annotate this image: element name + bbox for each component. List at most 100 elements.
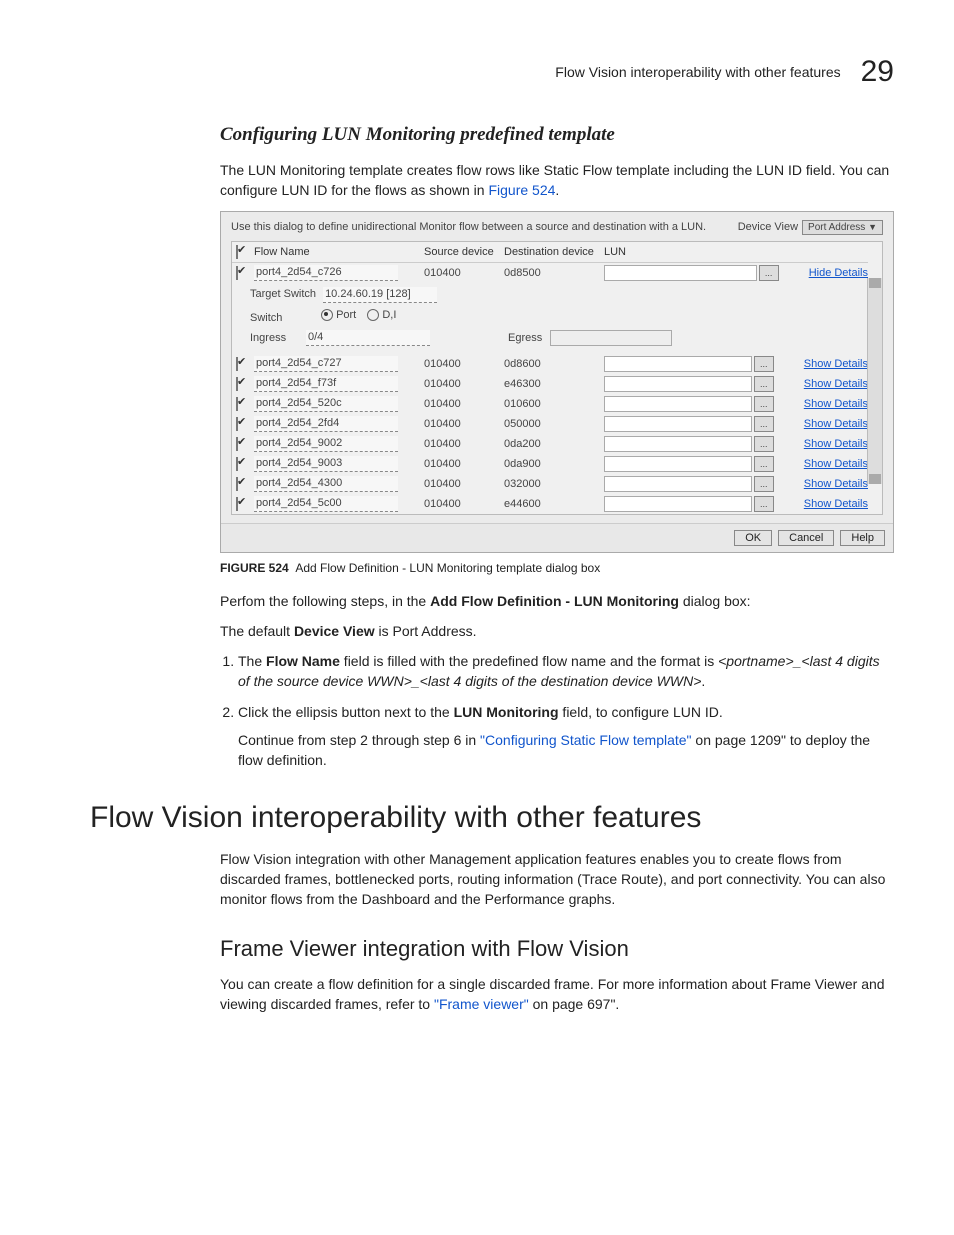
page-header: Flow Vision interoperability with other …	[90, 55, 894, 89]
src-cell: 010400	[424, 267, 504, 279]
src-cell: 010400	[424, 418, 504, 430]
table-row: port4_2d54_2fd4010400050000...Show Detai…	[232, 414, 868, 434]
device-view-dropdown[interactable]: Port Address ▼	[802, 220, 883, 235]
scroll-down-icon[interactable]	[869, 474, 881, 484]
dst-cell: 010600	[504, 398, 604, 410]
lun-field[interactable]	[604, 476, 752, 492]
ingress-label: Ingress	[250, 332, 298, 344]
help-button[interactable]: Help	[840, 530, 885, 546]
show-details-link[interactable]: Show Details	[774, 438, 868, 450]
step-2: Click the ellipsis button next to the LU…	[238, 702, 894, 771]
show-details-link[interactable]: Show Details	[774, 478, 868, 490]
lun-field[interactable]	[604, 376, 752, 392]
show-details-link[interactable]: Show Details	[774, 378, 868, 390]
flow-name-field[interactable]: port4_2d54_9002	[254, 436, 398, 452]
ellipsis-button[interactable]: ...	[754, 476, 774, 492]
switch-label: Switch	[250, 312, 310, 324]
target-switch-field[interactable]: 10.24.60.19 [128]	[323, 287, 437, 303]
lun-field[interactable]	[604, 356, 752, 372]
table-row: port4_2d54_f73f 010400e46300...Show Detai…	[232, 374, 868, 394]
device-view-label: Device View	[738, 221, 798, 233]
dst-cell: 0d8600	[504, 358, 604, 370]
src-cell: 010400	[424, 398, 504, 410]
dst-cell: 0da200	[504, 438, 604, 450]
step-1: The Flow Name field is filled with the p…	[238, 651, 894, 692]
lun-field[interactable]	[604, 496, 752, 512]
show-details-link[interactable]: Show Details	[774, 498, 868, 510]
dialog-description: Use this dialog to define unidirectional…	[231, 221, 706, 233]
frame-viewer-link[interactable]: "Frame viewer"	[434, 996, 529, 1012]
dst-cell: 0da900	[504, 458, 604, 470]
ellipsis-button[interactable]: ...	[754, 356, 774, 372]
ellipsis-button[interactable]: ...	[754, 396, 774, 412]
ellipsis-button[interactable]: ...	[759, 265, 779, 281]
table-row: port4_2d54_c727 0104000d8600...Show Detai…	[232, 354, 868, 374]
show-details-link[interactable]: Show Details	[774, 358, 868, 370]
di-radio[interactable]: D,I	[367, 309, 396, 321]
ingress-field[interactable]: 0/4	[306, 330, 430, 346]
figure-caption: FIGURE 524 Add Flow Definition - LUN Mon…	[220, 561, 894, 575]
section-title-lun: Configuring LUN Monitoring predefined te…	[220, 124, 894, 146]
col-destination: Destination device	[504, 246, 604, 258]
lun-field[interactable]	[604, 416, 752, 432]
chapter-number: 29	[861, 55, 894, 89]
cancel-button[interactable]: Cancel	[778, 530, 834, 546]
static-flow-link[interactable]: "Configuring Static Flow template"	[480, 732, 691, 748]
dialog-screenshot: Use this dialog to define unidirectional…	[220, 211, 894, 553]
flow-name-field[interactable]: port4_2d54_c727	[254, 356, 398, 372]
scroll-up-icon[interactable]	[869, 278, 881, 288]
lun-field[interactable]	[604, 396, 752, 412]
flow-name-field[interactable]: port4_2d54_5c00	[254, 496, 398, 512]
col-flow-name: Flow Name	[254, 246, 424, 258]
row-checkbox[interactable]	[236, 477, 238, 491]
port-radio[interactable]: Port	[321, 309, 356, 321]
row-checkbox[interactable]	[236, 357, 238, 371]
ok-button[interactable]: OK	[734, 530, 772, 546]
row-checkbox[interactable]	[236, 417, 238, 431]
lun-field[interactable]	[604, 436, 752, 452]
table-row: port4_2d54_5c00010400e44600...Show Detai…	[232, 494, 868, 514]
hide-details-link[interactable]: Hide Details	[779, 267, 868, 279]
col-source: Source device	[424, 246, 504, 258]
row-checkbox[interactable]	[236, 266, 238, 280]
show-details-link[interactable]: Show Details	[774, 398, 868, 410]
flow-name-field[interactable]: port4_2d54_9003	[254, 456, 398, 472]
egress-field[interactable]	[550, 330, 672, 346]
header-checkbox[interactable]	[236, 245, 238, 259]
target-switch-label: Target Switch	[250, 288, 320, 300]
row-checkbox[interactable]	[236, 457, 238, 471]
flow-name-field[interactable]: port4_2d54_2fd4	[254, 416, 398, 432]
show-details-link[interactable]: Show Details	[774, 418, 868, 430]
flow-name-field[interactable]: port4_2d54_c726	[254, 265, 398, 281]
src-cell: 010400	[424, 378, 504, 390]
ellipsis-button[interactable]: ...	[754, 416, 774, 432]
ellipsis-button[interactable]: ...	[754, 376, 774, 392]
flow-name-field[interactable]: port4_2d54_520c	[254, 396, 398, 412]
interop-paragraph: Flow Vision integration with other Manag…	[220, 849, 894, 910]
table-row: port4_2d54_4300 010400032000...Show Detai…	[232, 474, 868, 494]
flow-name-field[interactable]: port4_2d54_4300	[254, 476, 398, 492]
h2-frame-viewer: Frame Viewer integration with Flow Visio…	[220, 936, 894, 962]
ellipsis-button[interactable]: ...	[754, 456, 774, 472]
row-checkbox[interactable]	[236, 397, 238, 411]
intro-paragraph: The LUN Monitoring template creates flow…	[220, 160, 894, 201]
show-details-link[interactable]: Show Details	[774, 458, 868, 470]
dst-cell: e46300	[504, 378, 604, 390]
row-checkbox[interactable]	[236, 377, 238, 391]
src-cell: 010400	[424, 458, 504, 470]
src-cell: 010400	[424, 478, 504, 490]
egress-label: Egress	[508, 332, 542, 344]
ellipsis-button[interactable]: ...	[754, 436, 774, 452]
dst-cell: e44600	[504, 498, 604, 510]
row-checkbox[interactable]	[236, 497, 238, 511]
lun-field[interactable]	[604, 265, 757, 281]
dst-cell: 032000	[504, 478, 604, 490]
row-checkbox[interactable]	[236, 437, 238, 451]
figure-link[interactable]: Figure 524	[488, 182, 555, 198]
scrollbar[interactable]	[867, 278, 882, 484]
ellipsis-button[interactable]: ...	[754, 496, 774, 512]
chevron-down-icon: ▼	[868, 222, 877, 232]
flow-name-field[interactable]: port4_2d54_f73f	[254, 376, 398, 392]
lun-field[interactable]	[604, 456, 752, 472]
src-cell: 010400	[424, 358, 504, 370]
